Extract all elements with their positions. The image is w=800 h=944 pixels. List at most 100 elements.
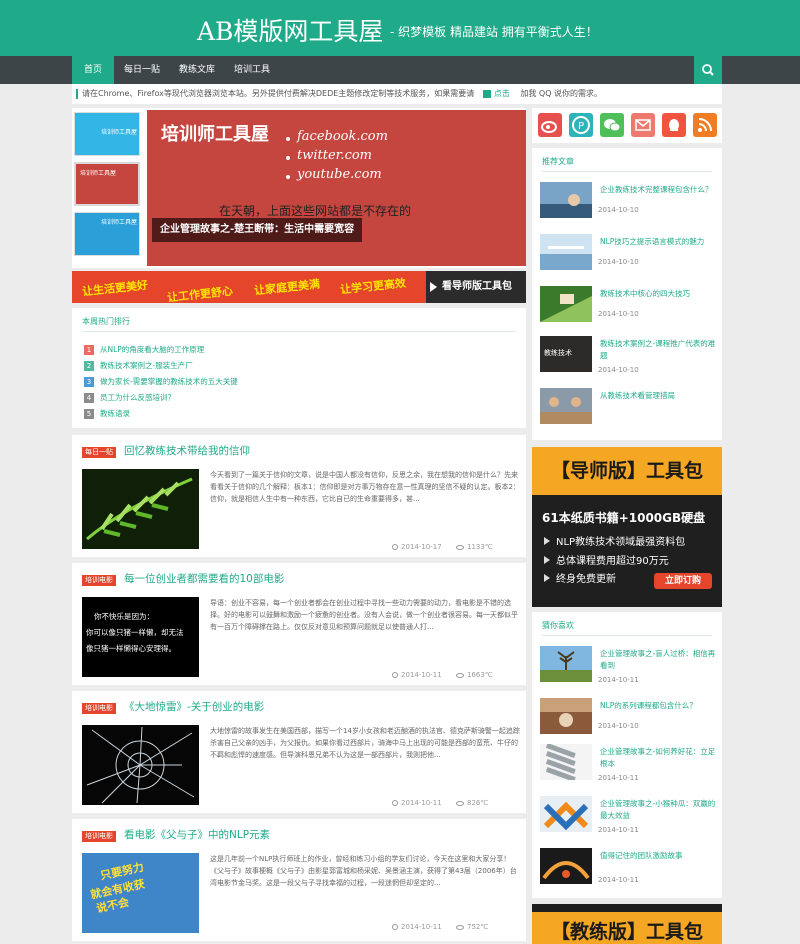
recommend-item-title[interactable]: 教练技术案例之-课程推广代表的难题 — [600, 338, 716, 362]
wechat-icon[interactable] — [600, 113, 624, 137]
hot-list-item-label: 做为家长-需要掌握的教练技术的五大关键 — [100, 377, 238, 386]
ad-subtitle: 61本纸质书籍+1000GB硬盘 — [542, 511, 706, 525]
slider-thumb-active[interactable]: 培训师工具屋 — [74, 162, 140, 206]
slider-main-image[interactable]: 培训师工具屋 facebook.com twitter.com youtube.… — [147, 110, 526, 266]
arrow-icon — [430, 282, 437, 292]
post-title[interactable]: 看电影《父与子》中的NLP元素 — [124, 827, 270, 842]
eye-icon — [456, 924, 464, 930]
hot-list-item[interactable]: 5 教练语录 — [84, 408, 130, 420]
toolkit-ad-mentor[interactable]: 【导师版】工具包 61本纸质书籍+1000GB硬盘 NLP教练技术领域最强资料包… — [532, 447, 722, 607]
banner-phrase: 让生活更美好 — [81, 278, 149, 299]
recommend-panel: 推荐文章 企业教练技术完整课程包含什么？ 2014-10-10 NLP技巧之提示… — [532, 148, 722, 440]
eye-icon — [456, 544, 464, 550]
guess-thumbnail — [540, 796, 592, 832]
post-thumbnail[interactable]: 你不快乐是因为： 你可以像只猪一样懒，却无法 像只猪一样懒得心安理得。 — [82, 597, 199, 677]
post-thumbnail[interactable]: 只要努力 就会有收获 说不会 — [82, 853, 199, 933]
qq-icon[interactable] — [662, 113, 686, 137]
banner-cta[interactable]: 看导师版工具包 — [426, 271, 526, 303]
rank-badge: 4 — [84, 393, 94, 403]
thumbnail-text: 你不快乐是因为： — [94, 612, 154, 621]
guess-item-date: 2014-10-11 — [598, 676, 639, 684]
post-date-text: 2014-10-11 — [401, 923, 442, 931]
slider-caption[interactable]: 企业管理故事之-楚王断带：生活中需要宽容 — [152, 218, 363, 242]
recommend-item[interactable]: 从教练技术看管理措局 — [540, 388, 716, 432]
slider-title: 培训师工具屋 — [161, 124, 269, 145]
recommend-item-title[interactable]: 企业教练技术完整课程包含什么？ — [600, 184, 716, 196]
guess-item-title[interactable]: NLP的系列课程都包含什么？ — [600, 700, 716, 712]
notice-bar-icon — [76, 88, 78, 99]
rank-badge: 1 — [84, 345, 94, 355]
ad-title: 【导师版】工具包 — [532, 447, 722, 495]
post-category-tag[interactable]: 培训电影 — [82, 831, 116, 842]
site-slogan: - 织梦模板 精品建站 拥有平衡式人生！ — [390, 25, 598, 39]
slider-thumb-label: 培训师工具屋 — [101, 219, 138, 226]
search-button[interactable] — [694, 56, 722, 84]
slider-thumb[interactable]: 培训师工具屋 — [74, 112, 140, 156]
fern-image — [82, 469, 199, 549]
hot-list-item[interactable]: 1 从NLP的角度看大脑的工作原理 — [84, 344, 204, 356]
post-title[interactable]: 《大地惊雷》-关于创业的电影 — [124, 699, 264, 714]
weibo-icon[interactable] — [538, 113, 562, 137]
rss-icon[interactable] — [693, 113, 717, 137]
guess-item[interactable]: 企业管理故事之-盲人过桥：相信再看到 2014-10-11 — [540, 646, 716, 690]
guess-item-date: 2014-10-10 — [598, 722, 639, 730]
hot-list-title: 本周热门排行 — [82, 317, 130, 326]
post-views: 826℃ — [456, 799, 488, 807]
post-date-text: 2014-10-11 — [401, 799, 442, 807]
recommend-item[interactable]: 教练技术中核心的四大技巧 2014-10-10 — [540, 286, 716, 330]
post-card: 每日一贴 回忆教练技术带给我的信仰 今天看到了一篇关于信仰的文章，说是中国人都没… — [72, 435, 526, 557]
slider-tagline: 在天朝，上面这些网站都是不存在的 — [219, 204, 412, 218]
banner-cta-label: 看导师版工具包 — [442, 281, 512, 292]
pinterest-icon[interactable]: P — [569, 113, 593, 137]
order-button[interactable]: 立即订购 — [654, 573, 712, 589]
hot-list-item-label: 从NLP的角度看大脑的工作原理 — [100, 345, 205, 354]
post-title[interactable]: 回忆教练技术带给我的信仰 — [124, 443, 250, 458]
post-thumbnail[interactable] — [82, 469, 199, 549]
slider-thumb-label: 培训师工具屋 — [80, 170, 117, 177]
site-title[interactable]: AB模版网工具屋 — [197, 12, 383, 48]
promo-banner[interactable]: 让生活更美好 让工作更舒心 让家庭更美满 让学习更高效 看导师版工具包 — [72, 271, 526, 303]
guess-thumbnail — [540, 744, 592, 780]
notice-link[interactable]: 点击 — [494, 89, 510, 98]
guess-item[interactable]: 企业管理故事之-小猴种瓜：双赢的最大效益 2014-10-11 — [540, 796, 716, 840]
nav-item-tools[interactable]: 培训工具 — [222, 56, 282, 84]
guess-item[interactable]: 企业管理故事之-如何养好花：立足根本 2014-10-11 — [540, 744, 716, 788]
nav-item-library[interactable]: 教练文库 — [167, 56, 227, 84]
toolkit-ad-coach[interactable]: 【教练版】工具包 — [532, 904, 722, 944]
guess-item-title[interactable]: 值得记住的团队激励故事 — [600, 850, 716, 862]
post-category-tag[interactable]: 培训电影 — [82, 575, 116, 586]
guess-item-title[interactable]: 企业管理故事之-小猴种瓜：双赢的最大效益 — [600, 798, 716, 822]
notice-text: 请在Chrome、Firefox等现代浏览器浏览本站。另外提供付费解决DEDE主… — [82, 89, 475, 98]
slider-thumb[interactable]: 培训师工具屋 — [74, 212, 140, 256]
post-thumbnail[interactable] — [82, 725, 199, 805]
post-category-tag[interactable]: 每日一贴 — [82, 447, 116, 458]
banner-phrase: 让工作更舒心 — [166, 284, 234, 303]
ad-bullet: NLP教练技术领域最强资料包 — [544, 533, 685, 548]
guess-item[interactable]: NLP的系列课程都包含什么？ 2014-10-10 — [540, 698, 716, 742]
nav-item-home[interactable]: 首页 — [72, 56, 115, 84]
post-category-tag[interactable]: 培训电影 — [82, 703, 116, 714]
hot-list-item[interactable]: 4 员工为什么反感培训？ — [84, 392, 175, 404]
guess-item-title[interactable]: 企业管理故事之-盲人过桥：相信再看到 — [600, 648, 716, 672]
recommend-item[interactable]: NLP技巧之提示语言模式的魅力 2014-10-10 — [540, 234, 716, 278]
main-nav: 首页 每日一贴 教练文库 培训工具 — [0, 56, 800, 84]
recommend-item-title[interactable]: NLP技巧之提示语言模式的魅力 — [600, 236, 716, 248]
rank-badge: 3 — [84, 377, 94, 387]
ad-bullet: 终身免费更新 — [544, 570, 616, 585]
guess-item-title[interactable]: 企业管理故事之-如何养好花：立足根本 — [600, 746, 716, 770]
nav-item-daily[interactable]: 每日一贴 — [112, 56, 172, 84]
recommend-item-title[interactable]: 教练技术中核心的四大技巧 — [600, 288, 716, 300]
guess-item[interactable]: 值得记住的团队激励故事 2014-10-11 — [540, 848, 716, 892]
guess-panel: 猜你喜欢 企业管理故事之-盲人过桥：相信再看到 2014-10-11 NLP的系… — [532, 612, 722, 898]
hot-list-item[interactable]: 3 做为家长-需要掌握的教练技术的五大关键 — [84, 376, 238, 388]
arrow-icon — [544, 556, 550, 564]
post-title[interactable]: 每一位创业者都需要看的10部电影 — [124, 571, 284, 586]
recommend-item-date: 2014-10-10 — [598, 366, 639, 374]
recommend-item-title[interactable]: 从教练技术看管理措局 — [600, 390, 716, 402]
hot-list-item[interactable]: 2 教练技术案例之-服装生产厂 — [84, 360, 193, 372]
rank-badge: 5 — [84, 409, 94, 419]
recommend-item[interactable]: 企业教练技术完整课程包含什么？ 2014-10-10 — [540, 182, 716, 226]
recommend-item-date: 2014-10-10 — [598, 258, 639, 266]
mail-icon[interactable] — [631, 113, 655, 137]
recommend-item[interactable]: 教练技术 教练技术案例之-课程推广代表的难题 2014-10-10 — [540, 336, 716, 380]
